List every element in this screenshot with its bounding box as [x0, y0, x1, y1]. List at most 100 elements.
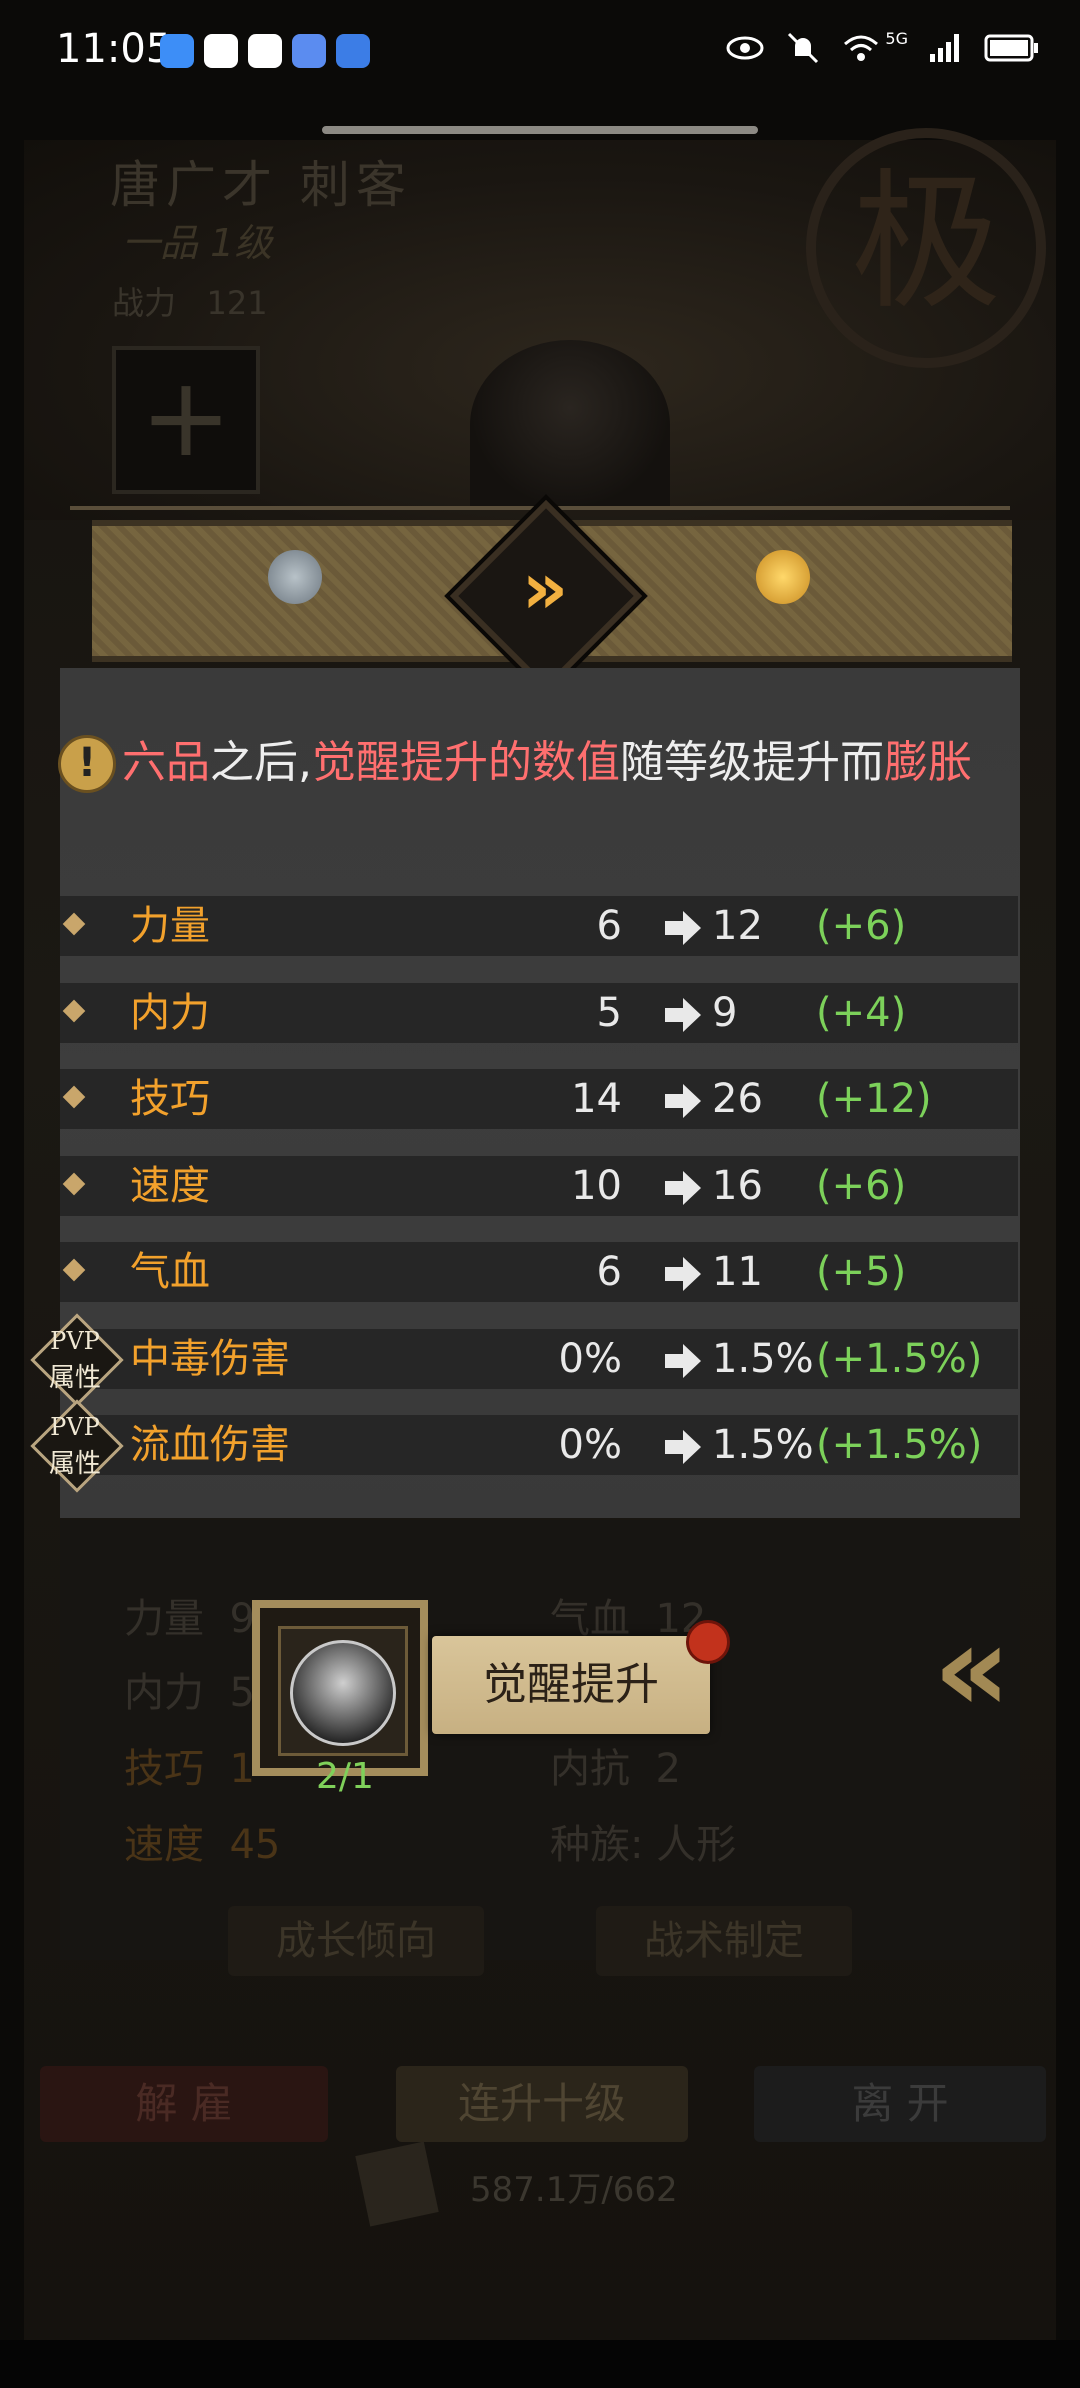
double-chevron-icon: » [521, 546, 569, 630]
summary-stat: 力量 9 [124, 1596, 255, 1642]
stat-old-value: 6 [596, 1249, 622, 1295]
stat-row: 速度 10 16 (+6) [60, 1156, 1018, 1216]
stat-row: 内力 5 9 (+4) [60, 983, 1018, 1043]
nav-bar [0, 2340, 1080, 2388]
shield-icon [160, 34, 194, 68]
clock: 11:05 [56, 26, 172, 72]
stat-old-value: 14 [571, 1076, 622, 1122]
stat-row: 技巧 14 26 (+12) [60, 1069, 1018, 1129]
leave-button[interactable]: 离 开 [754, 2066, 1046, 2142]
stat-delta: (+1.5%) [816, 1422, 983, 1468]
grade-seal: 极 [806, 128, 1046, 368]
stat-old-value: 5 [596, 990, 622, 1036]
power-value: 121 [206, 284, 268, 322]
character-rank: 一品 1级 [122, 221, 273, 265]
diamond-bullet-icon [62, 999, 86, 1023]
stat-row: PVP 属性 中毒伤害 0% 1.5% (+1.5%) [30, 1313, 1018, 1407]
notice-end: 膨胀 [884, 737, 972, 788]
power-label: 战力 [112, 284, 177, 322]
summary-stat: 技巧 1 [124, 1746, 255, 1792]
stat-name: 力量 [130, 903, 210, 949]
stat-delta: (+1.5%) [816, 1336, 983, 1382]
browser-icon [336, 34, 370, 68]
stat-old-value: 0% [558, 1422, 622, 1468]
resource-count: 587.1万/662 [470, 2170, 678, 2210]
awaken-button[interactable]: 觉醒提升 [432, 1636, 710, 1734]
notice-after: 之后, [210, 737, 312, 788]
arrow-right-icon [665, 1344, 701, 1378]
stat-new-value: 12 [712, 903, 763, 949]
stat-name: 内力 [130, 990, 210, 1036]
stat-old-value: 10 [571, 1163, 622, 1209]
arrow-right-icon [665, 1430, 701, 1464]
stat-delta: (+6) [816, 903, 907, 949]
notification-icons [160, 34, 370, 68]
scroll-icon [355, 2141, 439, 2227]
stat-row: 气血 6 11 (+5) [60, 1242, 1018, 1302]
music-icon [292, 34, 326, 68]
stat-new-value: 11 [712, 1249, 763, 1295]
stat-new-value: 1.5% [712, 1422, 814, 1468]
stat-delta: (+6) [816, 1163, 907, 1209]
stat-old-value: 6 [596, 903, 622, 949]
arrow-right-icon [665, 911, 701, 945]
awaken-count: 2/1 [316, 1756, 374, 1797]
character-avatar [290, 1640, 396, 1746]
stat-old-value: 0% [558, 1336, 622, 1382]
silver-swirl-icon[interactable] [268, 550, 322, 604]
app-icon [204, 34, 238, 68]
bell-off-icon [788, 32, 819, 64]
growth-button[interactable]: 成长倾向 [228, 1906, 484, 1976]
pvp-badge-icon: PVP 属性 [30, 1313, 124, 1407]
arrow-right-icon [665, 998, 701, 1032]
character-power: 战力 121 [112, 278, 268, 324]
status-bar: 11:05 5G [0, 0, 1080, 110]
app-icon [248, 34, 282, 68]
stat-new-value: 1.5% [712, 1336, 814, 1382]
diamond-bullet-icon [62, 1258, 86, 1282]
system-icons: 5G [725, 28, 1040, 66]
dismiss-button[interactable]: 解 雇 [40, 2066, 328, 2142]
arrow-right-icon [665, 1257, 701, 1291]
diamond-bullet-icon [62, 912, 86, 936]
stat-new-value: 16 [712, 1163, 763, 1209]
notice-text: 六品之后,觉醒提升的数值随等级提升而膨胀 [122, 735, 972, 791]
eye-icon [726, 36, 764, 60]
character-portrait [470, 340, 670, 510]
back-chevron-icon[interactable]: « [890, 1610, 1030, 1730]
stat-delta: (+5) [816, 1249, 907, 1295]
wifi-icon [844, 35, 879, 61]
gold-swirl-icon[interactable] [756, 550, 810, 604]
diamond-bullet-icon [62, 1172, 86, 1196]
stat-new-value: 26 [712, 1076, 763, 1122]
tactics-button[interactable]: 战术制定 [596, 1906, 852, 1976]
stat-delta: (+12) [816, 1076, 932, 1122]
plus-icon: + [112, 346, 260, 494]
drag-handle[interactable] [322, 126, 758, 134]
signal-icon [930, 34, 959, 62]
level-ten-button[interactable]: 连升十级 [396, 2066, 688, 2142]
stat-name: 速度 [130, 1163, 210, 1209]
notice-middle: 随等级提升而 [620, 737, 884, 788]
network-type: 5G [885, 28, 908, 48]
arrow-right-icon [665, 1171, 701, 1205]
pvp-badge-icon: PVP 属性 [30, 1399, 124, 1493]
stat-new-value: 9 [712, 990, 738, 1036]
notice-highlight: 觉醒提升的数值 [312, 737, 620, 788]
stat-name: 中毒伤害 [130, 1336, 290, 1382]
summary-stat: 内力 5 [124, 1670, 255, 1716]
battery-icon [984, 34, 1038, 62]
stat-name: 气血 [130, 1249, 210, 1295]
notice-rank: 六品 [122, 737, 210, 788]
notification-dot [686, 1620, 730, 1664]
stat-row: 力量 6 12 (+6) [60, 896, 1018, 956]
stat-row: PVP 属性 流血伤害 0% 1.5% (+1.5%) [30, 1399, 1018, 1493]
exclamation-icon: ! [58, 735, 116, 793]
stat-delta: (+4) [816, 990, 907, 1036]
summary-stat: 种族: 人形 [550, 1822, 737, 1868]
summary-stat: 速度 45 [124, 1822, 281, 1868]
character-name: 唐广才 刺客 [110, 156, 412, 214]
stat-name: 技巧 [130, 1076, 210, 1122]
arrow-right-icon [665, 1084, 701, 1118]
diamond-bullet-icon [62, 1085, 86, 1109]
